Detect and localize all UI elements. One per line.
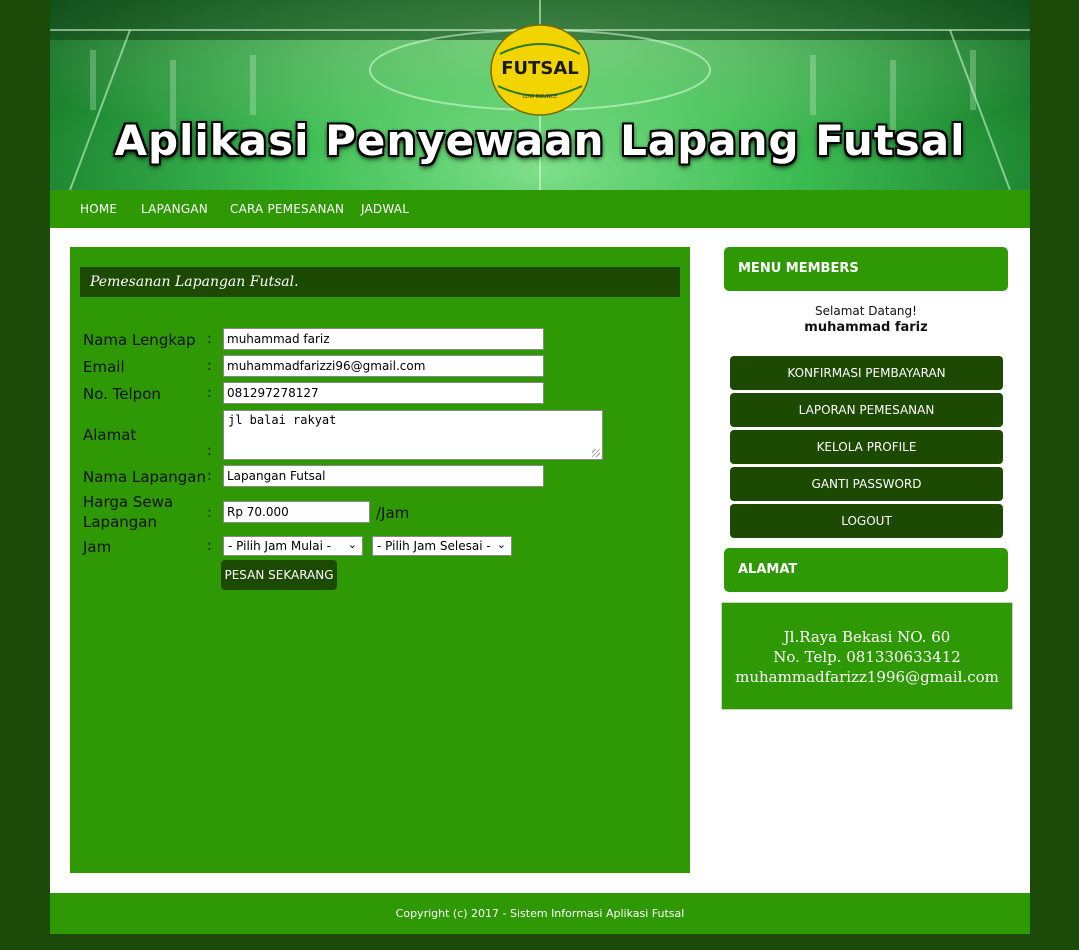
- colon: :: [207, 538, 212, 554]
- alamat-line-phone: No. Telp. 081330633412: [773, 648, 961, 666]
- ball-small-text: LOW BOUNCE: [523, 94, 557, 100]
- kelola-profile-button[interactable]: KELOLA PROFILE: [730, 430, 1003, 464]
- label-nama-lengkap: Nama Lengkap: [83, 331, 196, 349]
- label-telpon: No. Telpon: [83, 385, 161, 403]
- jam-selesai-select[interactable]: - Pilih Jam Selesai - ⌄: [372, 536, 512, 556]
- telpon-input[interactable]: 081297278127: [223, 382, 544, 404]
- label-harga-line2: Lapangan: [83, 513, 157, 531]
- site-title: Aplikasi Penyewaan Lapang Futsal: [114, 116, 966, 165]
- chevron-down-icon: ⌄: [496, 538, 506, 551]
- konfirmasi-pembayaran-button[interactable]: KONFIRMASI PEMBAYARAN: [730, 356, 1003, 390]
- laporan-pemesanan-button[interactable]: LAPORAN PEMESANAN: [730, 393, 1003, 427]
- label-jam: Jam: [83, 538, 112, 556]
- resize-grip-icon[interactable]: [592, 449, 600, 457]
- label-nama-lapangan: Nama Lapangan: [83, 468, 206, 486]
- alamat-header: ALAMAT: [724, 548, 1008, 592]
- jam-mulai-select[interactable]: - Pilih Jam Mulai - ⌄: [223, 536, 363, 556]
- jam-mulai-value: - Pilih Jam Mulai -: [228, 539, 332, 553]
- alamat-line-street: Jl.Raya Bekasi NO. 60: [783, 628, 951, 646]
- main-nav: HOME LAPANGAN CARA PEMESANAN JADWAL: [50, 190, 1030, 228]
- page-wrapper: FUTSAL LOW BOUNCE Aplikasi Penyewaan Lap…: [50, 0, 1030, 950]
- nama-lapangan-input[interactable]: Lapangan Futsal: [223, 465, 544, 487]
- username: muhammad fariz: [804, 320, 928, 335]
- logout-button[interactable]: LOGOUT: [730, 504, 1003, 538]
- harga-input[interactable]: Rp 70.000: [223, 501, 370, 523]
- label-email: Email: [83, 358, 125, 376]
- booking-form-title: Pemesanan Lapangan Futsal.: [80, 267, 680, 297]
- booking-panel: Pemesanan Lapangan Futsal. Nama Lengkap …: [70, 247, 690, 873]
- nav-home[interactable]: HOME: [80, 202, 117, 216]
- pesan-sekarang-button[interactable]: PESAN SEKARANG: [221, 560, 337, 590]
- ball-label: FUTSAL: [501, 58, 579, 79]
- ganti-password-button[interactable]: GANTI PASSWORD: [730, 467, 1003, 501]
- label-harga-line1: Harga Sewa: [83, 493, 174, 511]
- footer: Copyright (c) 2017 - Sistem Informasi Ap…: [50, 893, 1030, 934]
- menu-members-header: MENU MEMBERS: [724, 247, 1008, 291]
- nama-lengkap-input[interactable]: muhammad fariz: [223, 328, 544, 350]
- content-area: Pemesanan Lapangan Futsal. Nama Lengkap …: [50, 228, 1030, 893]
- colon: :: [207, 331, 212, 347]
- colon: :: [207, 443, 212, 459]
- futsal-ball-logo: FUTSAL LOW BOUNCE: [490, 24, 590, 116]
- colon: :: [207, 385, 212, 401]
- alamat-box: Jl.Raya Bekasi NO. 60 No. Telp. 08133063…: [721, 602, 1013, 710]
- colon: :: [207, 505, 212, 521]
- colon: :: [207, 358, 212, 374]
- nav-jadwal[interactable]: JADWAL: [361, 202, 409, 216]
- label-alamat: Alamat: [83, 426, 137, 444]
- alamat-line-email: muhammadfarizz1996@gmail.com: [735, 668, 999, 686]
- jam-selesai-value: - Pilih Jam Selesai -: [377, 539, 491, 553]
- nav-cara-pemesanan[interactable]: CARA PEMESANAN: [230, 202, 344, 216]
- alamat-textarea[interactable]: jl balai rakyat: [223, 410, 603, 460]
- email-input[interactable]: muhammadfarizzi96@gmail.com: [223, 355, 544, 377]
- welcome-text: Selamat Datang!: [815, 304, 917, 318]
- nav-lapangan[interactable]: LAPANGAN: [141, 202, 208, 216]
- harga-unit: /Jam: [376, 504, 410, 522]
- header-banner: FUTSAL LOW BOUNCE Aplikasi Penyewaan Lap…: [50, 0, 1030, 190]
- colon: :: [207, 468, 212, 484]
- chevron-down-icon: ⌄: [347, 538, 357, 551]
- alamat-value: jl balai rakyat: [228, 413, 337, 427]
